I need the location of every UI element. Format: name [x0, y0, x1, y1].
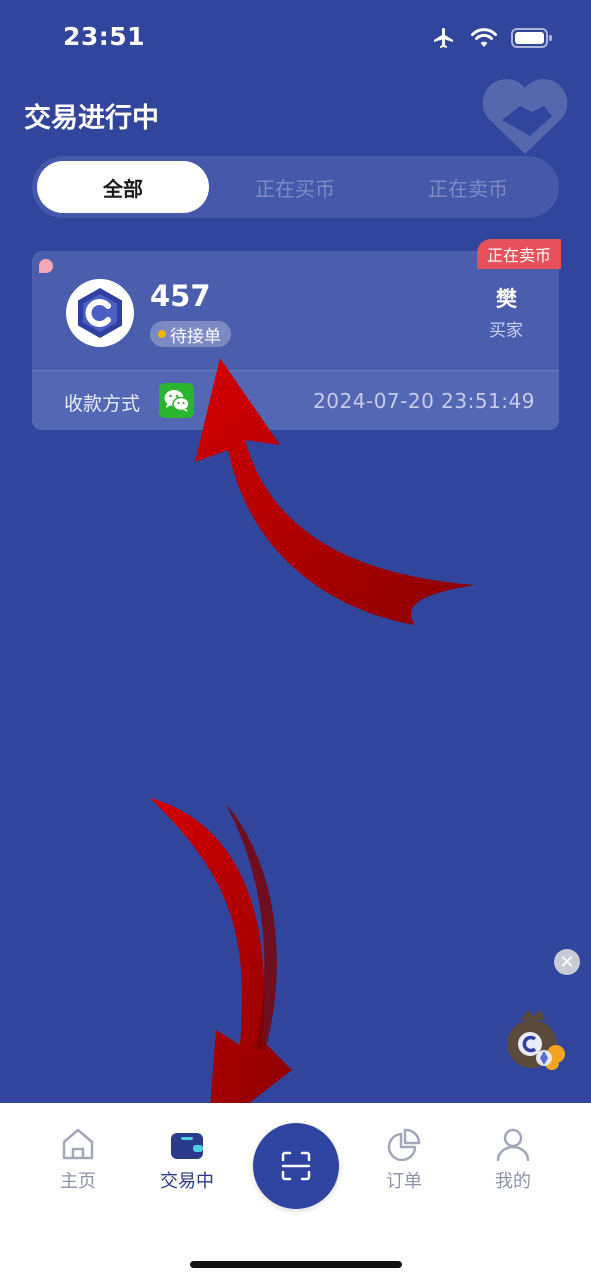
tab-home-label: 主页 [60, 1171, 96, 1192]
home-indicator [190, 1261, 402, 1268]
tab-trading-label: 交易中 [160, 1171, 214, 1192]
tab-orders-label: 订单 [386, 1171, 422, 1192]
tab-profile[interactable]: 我的 [473, 1127, 553, 1193]
wallet-icon [171, 1133, 203, 1159]
user-icon [496, 1128, 530, 1161]
scan-icon [281, 1151, 311, 1181]
tab-home[interactable]: 主页 [38, 1127, 118, 1193]
tab-profile-label: 我的 [495, 1171, 531, 1192]
pie-chart-icon [387, 1128, 421, 1161]
home-icon [62, 1128, 94, 1160]
tab-orders[interactable]: 订单 [364, 1127, 444, 1193]
bottom-tab-bar: 主页 交易中 订单 我的 [0, 1103, 591, 1280]
close-float-icon[interactable]: ✕ [554, 949, 580, 975]
money-bag-icon[interactable] [500, 1006, 568, 1072]
scan-button[interactable] [253, 1123, 339, 1209]
arrow-to-status [195, 358, 475, 625]
tab-trading[interactable]: 交易中 [147, 1127, 227, 1193]
annotation-arrows [150, 358, 475, 1135]
